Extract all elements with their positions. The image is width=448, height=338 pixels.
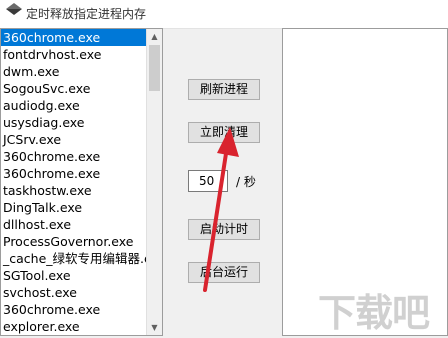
refresh-process-button[interactable]: 刷新进程 bbox=[188, 79, 260, 100]
app-icon bbox=[6, 3, 22, 15]
scroll-up-icon[interactable]: ▲ bbox=[147, 29, 162, 44]
list-item[interactable]: 360chrome.exe bbox=[1, 29, 147, 46]
title-bar: 定时释放指定进程内存 bbox=[0, 0, 448, 29]
scroll-down-icon[interactable]: ▼ bbox=[147, 320, 162, 335]
list-item[interactable]: 360chrome.exe bbox=[1, 301, 147, 318]
list-item[interactable]: DingTalk.exe bbox=[1, 199, 147, 216]
list-item[interactable]: fontdrvhost.exe bbox=[1, 46, 147, 63]
list-item[interactable]: dwm.exe bbox=[1, 63, 147, 80]
list-item[interactable]: usysdiag.exe bbox=[1, 114, 147, 131]
list-item[interactable]: audiodg.exe bbox=[1, 97, 147, 114]
list-item[interactable]: 360chrome.exe bbox=[1, 148, 147, 165]
process-list: 360chrome.exe fontdrvhost.exe dwm.exe So… bbox=[1, 29, 147, 335]
list-item[interactable]: SogouSvc.exe bbox=[1, 80, 147, 97]
window-title: 定时释放指定进程内存 bbox=[26, 7, 147, 21]
list-scrollbar[interactable]: ▲ ▼ bbox=[146, 29, 162, 335]
list-item[interactable]: explorer.exe bbox=[1, 318, 147, 335]
list-item[interactable]: dllhost.exe bbox=[1, 216, 147, 233]
list-item[interactable]: svchost.exe bbox=[1, 284, 147, 301]
list-item[interactable]: JCSrv.exe bbox=[1, 131, 147, 148]
list-item[interactable]: 360chrome.exe bbox=[1, 165, 147, 182]
watermark-logo: 下载吧 bbox=[318, 291, 430, 335]
process-listbox[interactable]: 360chrome.exe fontdrvhost.exe dwm.exe So… bbox=[0, 28, 163, 336]
list-item[interactable]: SGTool.exe bbox=[1, 267, 147, 284]
list-item[interactable]: _cache_绿软专用编辑器.ex bbox=[1, 250, 147, 267]
list-item[interactable]: taskhostw.exe bbox=[1, 182, 147, 199]
scroll-thumb[interactable] bbox=[149, 45, 160, 91]
list-item[interactable]: ProcessGovernor.exe bbox=[1, 233, 147, 250]
red-arrow-annotation bbox=[203, 127, 239, 292]
